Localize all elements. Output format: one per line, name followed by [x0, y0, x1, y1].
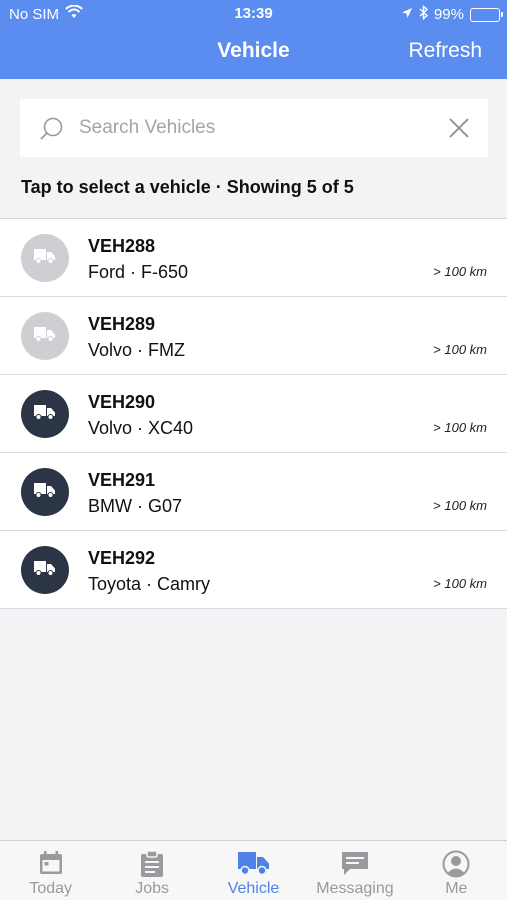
refresh-button[interactable]: Refresh — [408, 39, 482, 63]
vehicle-avatar — [21, 390, 69, 438]
vehicle-id: VEH291 — [88, 470, 156, 490]
tab-jobs[interactable]: Jobs — [101, 841, 202, 900]
close-icon[interactable] — [448, 117, 470, 144]
vehicle-avatar — [21, 468, 69, 516]
battery-percent: 99% — [433, 6, 464, 23]
nav-header: No SIM 13:39 99% Vehicle Refresh — [0, 0, 507, 79]
vehicle-row[interactable]: VEH289 Volvo · FMZ > 100 km — [0, 297, 507, 375]
truck-icon — [34, 248, 56, 269]
status-right: 99% — [401, 4, 503, 24]
truck-icon — [34, 326, 56, 347]
chat-icon — [304, 850, 405, 878]
tab-today[interactable]: Today — [0, 841, 101, 900]
tab-label: Vehicle — [227, 880, 280, 897]
list-hint: Tap to select a vehicle · Showing 5 of 5 — [21, 177, 354, 197]
vehicle-row[interactable]: VEH291 BMW · G07 > 100 km — [0, 453, 507, 531]
vehicle-model: Toyota · Camry — [88, 574, 211, 594]
vehicle-model: Ford · F-650 — [88, 262, 189, 282]
tab-label: Today — [29, 880, 73, 897]
user-icon — [406, 850, 507, 878]
truck-icon — [203, 850, 304, 878]
vehicle-id: VEH288 — [88, 236, 156, 256]
vehicle-distance: > 100 km — [433, 498, 487, 513]
tab-vehicle[interactable]: Vehicle — [203, 841, 304, 900]
tab-messaging[interactable]: Messaging — [304, 841, 405, 900]
vehicle-distance: > 100 km — [433, 342, 487, 357]
vehicle-id: VEH289 — [88, 314, 156, 334]
vehicle-model: Volvo · XC40 — [88, 418, 194, 438]
vehicle-distance: > 100 km — [433, 420, 487, 435]
bluetooth-icon — [419, 4, 429, 24]
vehicle-avatar — [21, 312, 69, 360]
calendar-icon — [0, 850, 101, 878]
truck-icon — [34, 404, 56, 425]
search-bar — [20, 99, 488, 157]
vehicle-model: BMW · G07 — [88, 496, 183, 516]
vehicle-avatar — [21, 234, 69, 282]
truck-icon — [34, 560, 56, 581]
search-input[interactable] — [79, 113, 439, 143]
vehicle-row[interactable]: VEH292 Toyota · Camry > 100 km — [0, 531, 507, 609]
tab-me[interactable]: Me — [406, 841, 507, 900]
status-bar: No SIM 13:39 99% — [0, 0, 507, 28]
location-arrow-icon — [401, 6, 413, 23]
vehicle-row[interactable]: VEH290 Volvo · XC40 > 100 km — [0, 375, 507, 453]
vehicle-id: VEH290 — [88, 392, 156, 412]
clipboard-icon — [101, 850, 202, 878]
vehicle-distance: > 100 km — [433, 576, 487, 591]
tab-label: Jobs — [135, 880, 169, 897]
truck-icon — [34, 482, 56, 503]
search-icon — [38, 117, 64, 146]
vehicle-avatar — [21, 546, 69, 594]
vehicle-model: Volvo · FMZ — [88, 340, 186, 360]
vehicle-list: VEH288 Ford · F-650 > 100 km VEH289 Volv… — [0, 218, 507, 609]
battery-icon — [470, 7, 503, 22]
tab-label: Messaging — [316, 880, 394, 897]
tab-bar: Today Jobs Vehicle Messaging Me — [0, 840, 507, 900]
vehicle-id: VEH292 — [88, 548, 156, 568]
vehicle-row[interactable]: VEH288 Ford · F-650 > 100 km — [0, 219, 507, 297]
tab-label: Me — [445, 880, 468, 897]
vehicle-distance: > 100 km — [433, 264, 487, 279]
